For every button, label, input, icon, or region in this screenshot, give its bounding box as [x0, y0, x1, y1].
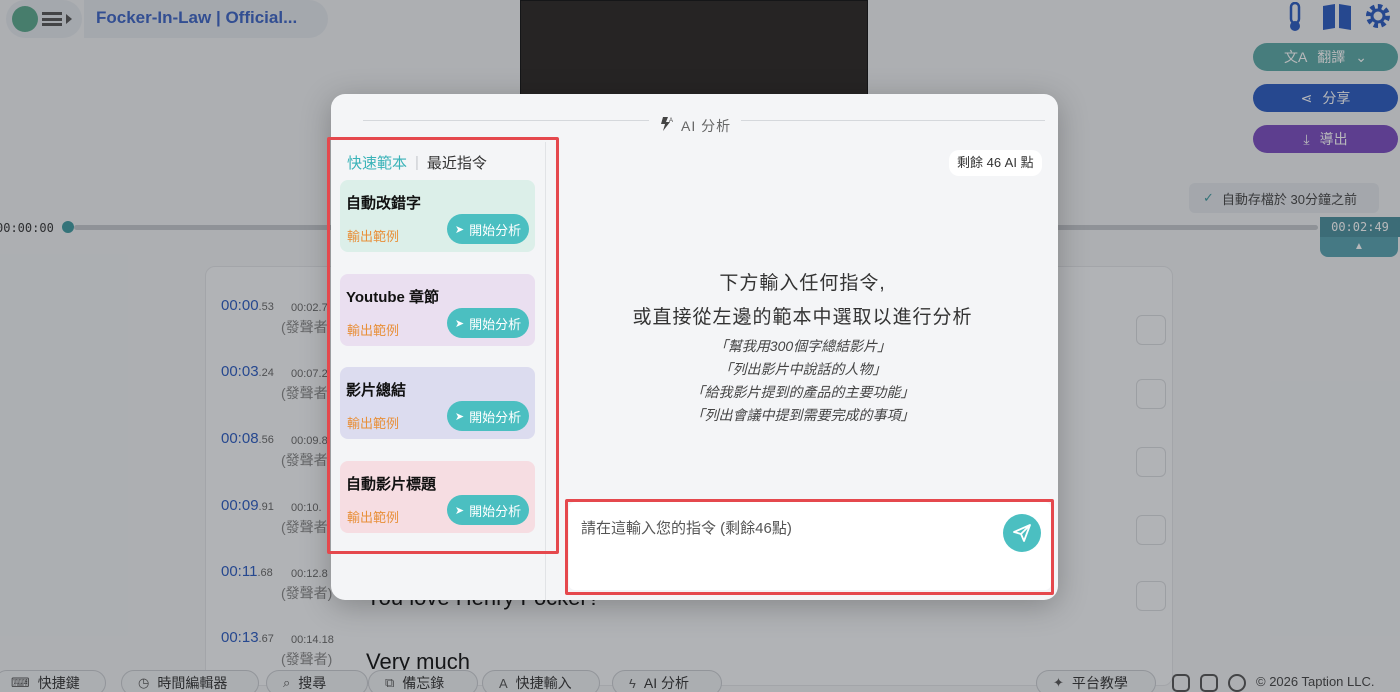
example-prompt: 「列出會議中提到需要完成的事項」 — [690, 407, 915, 423]
highlight-command-input — [565, 499, 1054, 595]
example-prompt: 「列出影片中說話的人物」 — [718, 361, 887, 377]
header-divider — [363, 120, 649, 121]
modal-title: A AI 分析 — [659, 116, 731, 136]
hint-line-1: 下方輸入任何指令, — [719, 273, 886, 294]
bolt-icon: A — [659, 116, 675, 136]
example-prompt: 「幫我用300個字總結影片」 — [713, 338, 892, 354]
header-divider — [741, 120, 1045, 121]
highlight-template-panel — [327, 137, 559, 554]
example-prompt: 「給我影片提到的產品的主要功能」 — [690, 384, 915, 400]
svg-text:A: A — [669, 118, 674, 124]
credits-badge: 剩餘 46 AI 點 — [949, 150, 1042, 176]
hint-line-2: 或直接從左邊的範本中選取以進行分析 — [632, 307, 973, 328]
